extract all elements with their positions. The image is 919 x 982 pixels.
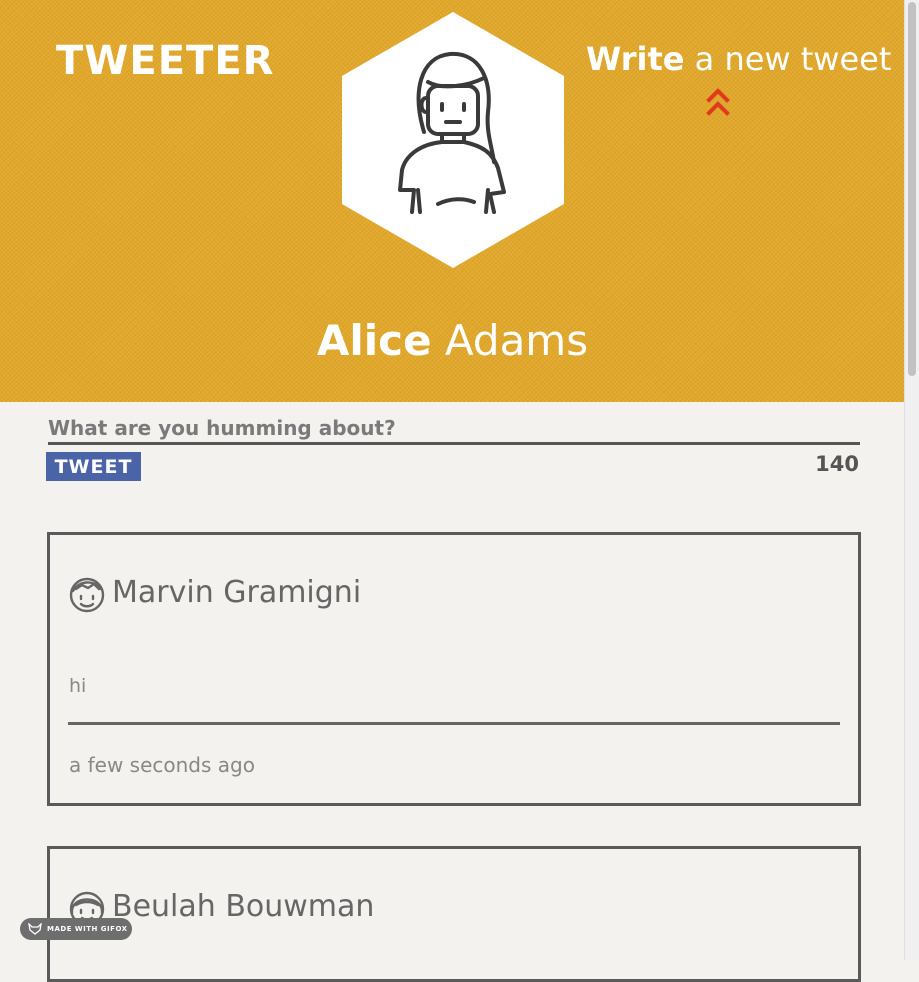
double-chevron-up-icon[interactable] xyxy=(705,86,731,118)
scrollbar-thumb[interactable] xyxy=(908,2,916,376)
fox-icon xyxy=(28,923,42,935)
tweet-card: Beulah Bouwman xyxy=(47,846,861,982)
tweet-button[interactable]: TWEET xyxy=(46,452,141,481)
tweet-compose-input[interactable] xyxy=(48,414,860,445)
profile-avatar xyxy=(342,12,564,268)
write-new-tweet-link[interactable]: Write a new tweet xyxy=(586,40,891,78)
profile-header: TWEETER Write a new tweet Alice Adams xyxy=(0,0,905,402)
gifox-badge-label: MADE WITH GIFOX xyxy=(47,925,128,933)
tweet-divider xyxy=(68,722,840,725)
profile-name: Alice Adams xyxy=(0,316,905,365)
tweet-text: hi xyxy=(69,675,87,697)
profile-first-name: Alice xyxy=(316,316,432,365)
scrollbar[interactable] xyxy=(904,0,919,960)
tweet-card: Marvin Gramigni hi a few seconds ago xyxy=(47,532,861,806)
tweet-timestamp: a few seconds ago xyxy=(69,753,255,777)
character-count: 140 xyxy=(815,452,859,476)
profile-last-name: Adams xyxy=(431,316,589,365)
boy-face-icon xyxy=(69,577,105,613)
write-bold-text: Write xyxy=(586,40,685,78)
brand-logo: TWEETER xyxy=(56,38,275,84)
write-rest-text: a new tweet xyxy=(684,40,892,78)
tweet-author: Marvin Gramigni xyxy=(112,575,362,610)
tweet-author: Beulah Bouwman xyxy=(112,889,375,924)
gifox-badge: MADE WITH GIFOX xyxy=(20,918,132,940)
